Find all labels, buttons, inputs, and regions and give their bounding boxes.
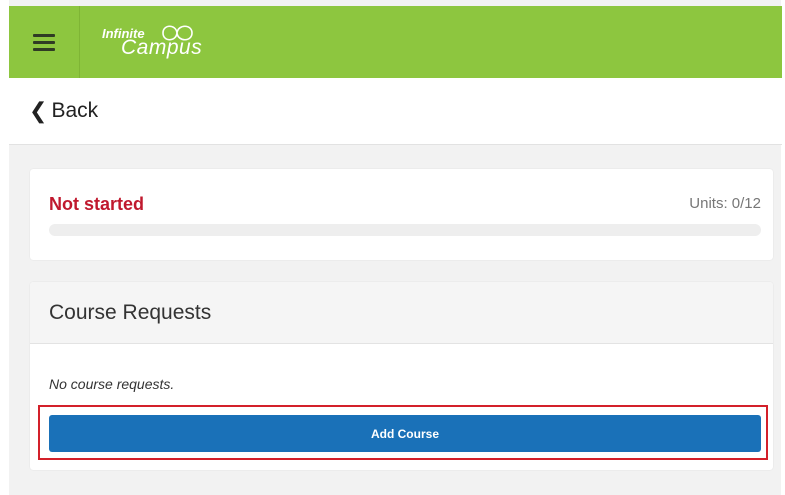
units-progress-bar [49, 224, 761, 236]
back-navigation-bar: ❮ Back [9, 78, 782, 145]
left-frame-edge [0, 0, 9, 495]
status-label: Not started [49, 194, 145, 214]
units-count: Units: 0/12 [689, 195, 761, 212]
back-label: Back [51, 99, 99, 122]
app-header: Infinite Campus [9, 6, 782, 78]
add-course-button[interactable]: Add Course [49, 415, 761, 452]
back-button[interactable]: ❮ Back [29, 99, 98, 123]
infinity-logo-icon [162, 25, 193, 41]
chevron-left-icon: ❮ [29, 98, 48, 123]
infinite-campus-logo[interactable]: Infinite Campus [102, 17, 232, 67]
empty-requests-message: No course requests. [49, 376, 175, 392]
course-requests-header: Course Requests [30, 282, 773, 344]
hamburger-menu-icon[interactable] [9, 6, 80, 78]
progress-card: Not started Units: 0/12 [30, 169, 773, 260]
menu-bars [33, 33, 55, 51]
course-requests-title: Course Requests [49, 300, 212, 324]
course-requests-card: Course Requests No course requests. Add … [30, 282, 773, 470]
